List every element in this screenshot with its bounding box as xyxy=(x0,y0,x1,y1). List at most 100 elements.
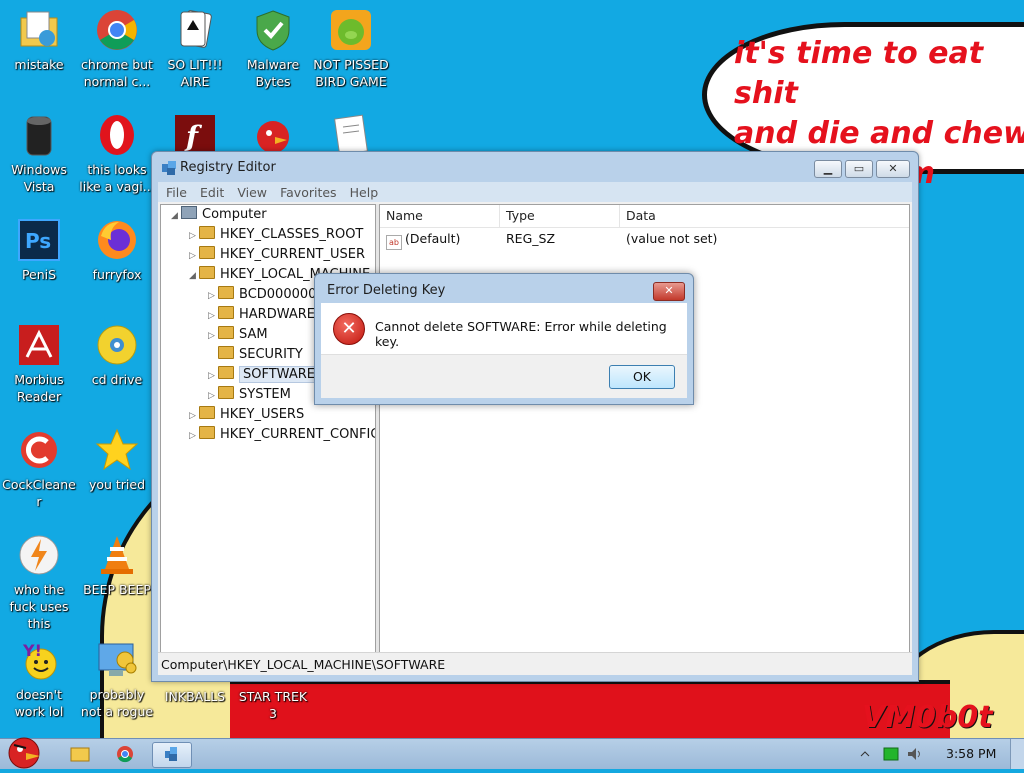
tree-item-software[interactable]: ▷ SOFTWARE xyxy=(208,365,319,385)
expand-arrow-icon[interactable]: ▷ xyxy=(189,226,199,246)
desktop-icon-not-pissed-bird-game[interactable]: NOT PISSED BIRD GAME xyxy=(312,8,390,90)
expand-arrow-icon[interactable]: ▷ xyxy=(208,306,218,326)
yahoo-messenger-icon: Y! xyxy=(17,638,61,682)
taskbar-explorer[interactable] xyxy=(60,742,98,766)
value-name-cell: ab (Default) xyxy=(386,231,460,250)
tree-item-hkey-users[interactable]: ▷ HKEY_USERS xyxy=(189,405,304,425)
error-dialog[interactable]: Error Deleting Key ✕ ✕ Cannot delete SOF… xyxy=(314,273,694,405)
column-header-data[interactable]: Data xyxy=(620,205,910,227)
desktop-icon-malwarebytes[interactable]: Malware Bytes xyxy=(234,8,312,90)
tree-item-security[interactable]: SECURITY xyxy=(208,345,303,365)
expand-arrow-icon[interactable]: ▷ xyxy=(189,246,199,266)
desktop-icon-opera[interactable]: this looks like a vagi... xyxy=(78,113,156,195)
menu-file[interactable]: File xyxy=(166,185,187,200)
desktop-icon-morbius-reader[interactable]: Morbius Reader xyxy=(0,323,78,405)
show-desktop-button[interactable] xyxy=(1010,739,1024,769)
menu-edit[interactable]: Edit xyxy=(200,185,224,200)
menu-view[interactable]: View xyxy=(237,185,267,200)
expand-arrow-icon[interactable]: ▷ xyxy=(208,326,218,346)
column-header-type[interactable]: Type xyxy=(500,205,620,227)
explorer-icon xyxy=(70,747,90,762)
expand-arrow-icon[interactable]: ▷ xyxy=(208,366,218,386)
desktop-icon-cd-drive[interactable]: cd drive xyxy=(78,323,156,388)
folder-icon xyxy=(199,266,215,279)
taskbar-clock[interactable]: 3:58 PM xyxy=(946,746,996,761)
start-button[interactable] xyxy=(4,731,44,769)
tree-item-hkey-current-user[interactable]: ▷ HKEY_CURRENT_USER xyxy=(189,245,365,265)
wallpaper-signature: VM0b0t xyxy=(862,700,993,735)
solitaire-cards-icon xyxy=(173,8,217,52)
volume-icon[interactable] xyxy=(906,746,924,762)
tree-item-hkey-current-config[interactable]: ▷ HKEY_CURRENT_CONFIG xyxy=(189,425,375,446)
network-icon[interactable] xyxy=(882,746,900,762)
folder-icon xyxy=(199,226,215,239)
ok-button[interactable]: OK xyxy=(609,365,675,389)
error-message: Cannot delete SOFTWARE: Error while dele… xyxy=(375,319,667,349)
acrobat-icon xyxy=(17,323,61,367)
column-header-name[interactable]: Name xyxy=(380,205,500,227)
folder-icon xyxy=(199,246,215,259)
desktop-icon-beep-beep[interactable]: BEEP BEEP xyxy=(78,533,156,598)
desktop-icon-star-trek-3[interactable]: STAR TREK 3 xyxy=(234,688,312,722)
folder-icon xyxy=(199,426,215,439)
minimize-button[interactable]: ▁ xyxy=(814,160,842,178)
desktop-icon-mistake[interactable]: mistake xyxy=(0,8,78,73)
chrome-icon xyxy=(95,8,139,52)
expand-arrow-icon[interactable]: ▷ xyxy=(208,286,218,306)
desktop-icon-solitaire[interactable]: SO LIT!!! AIRE xyxy=(156,8,234,90)
photoshop-icon: Ps xyxy=(17,218,61,262)
dialog-footer: OK xyxy=(321,354,687,398)
angry-bird-start-icon xyxy=(8,737,40,769)
desktop-icon-you-tried[interactable]: you tried xyxy=(78,428,156,493)
string-value-icon: ab xyxy=(386,235,402,250)
error-icon: ✕ xyxy=(333,313,365,345)
desktop-icon-furryfox[interactable]: furryfox xyxy=(78,218,156,283)
registry-editor-window[interactable]: Registry Editor ▁ ▭ ✕ File Edit View Fav… xyxy=(151,151,919,682)
tree-item-system[interactable]: ▷ SYSTEM xyxy=(208,385,291,405)
desktop-icon-chrome[interactable]: chrome but normal c... xyxy=(78,8,156,90)
value-type-cell: REG_SZ xyxy=(506,231,556,246)
winamp-lightning-icon xyxy=(17,533,61,577)
desktop-icon-probably-not-a-rogue[interactable]: probably not a rogue xyxy=(78,638,156,720)
vlc-cone-icon xyxy=(95,533,139,577)
desktop-icon-windows-vista[interactable]: Windows Vista xyxy=(0,113,78,195)
menu-favorites[interactable]: Favorites xyxy=(280,185,336,200)
status-path: Computer\HKEY_LOCAL_MACHINE\SOFTWARE xyxy=(161,657,446,672)
taskbar: 3:58 PM xyxy=(0,737,1024,769)
dialog-close-button[interactable]: ✕ xyxy=(653,282,685,301)
opera-icon xyxy=(95,113,139,157)
collapse-arrow-icon[interactable]: ◢ xyxy=(189,266,199,286)
maximize-button[interactable]: ▭ xyxy=(845,160,873,178)
desktop-icon-cockcleaner[interactable]: CockCleaner xyxy=(0,428,78,510)
tree-item-sam[interactable]: ▷ SAM xyxy=(208,325,268,345)
list-header: Name Type Data xyxy=(380,205,909,228)
desktop-icon-inkballs[interactable]: INKBALLS xyxy=(156,688,234,705)
title-bar[interactable]: Registry Editor ▁ ▭ ✕ xyxy=(152,152,918,182)
desktop-icon-penis[interactable]: Ps PeniS xyxy=(0,218,78,283)
expand-arrow-icon[interactable]: ▷ xyxy=(189,426,199,446)
tree-item-hkey-classes-root[interactable]: ▷ HKEY_CLASSES_ROOT xyxy=(189,225,363,245)
ccleaner-icon xyxy=(17,428,61,472)
show-hidden-icons-icon[interactable] xyxy=(860,749,870,759)
tree-item-computer[interactable]: ◢ Computer xyxy=(171,205,267,225)
dialog-body: ✕ Cannot delete SOFTWARE: Error while de… xyxy=(321,303,687,354)
taskbar-registry-editor[interactable] xyxy=(152,742,192,768)
menu-help[interactable]: Help xyxy=(350,185,379,200)
desktop-icon-yahoo[interactable]: Y! doesn't work lol xyxy=(0,638,78,720)
chrome-icon xyxy=(117,746,133,763)
trash-bin-icon xyxy=(17,113,61,157)
folder-document-icon xyxy=(17,8,61,52)
value-data-cell: (value not set) xyxy=(626,231,718,246)
dialog-title: Error Deleting Key xyxy=(327,283,446,298)
close-button[interactable]: ✕ xyxy=(876,160,910,178)
tree-item-hardware[interactable]: ▷ HARDWARE xyxy=(208,305,315,325)
expand-arrow-icon[interactable]: ▷ xyxy=(189,406,199,426)
folder-icon xyxy=(218,346,234,359)
expand-arrow-icon[interactable]: ▷ xyxy=(208,386,218,406)
registry-editor-icon xyxy=(162,161,176,175)
folder-icon xyxy=(218,386,234,399)
desktop-icon-winamp[interactable]: who the fuck uses this xyxy=(0,533,78,632)
taskbar-chrome[interactable] xyxy=(106,742,144,766)
status-bar: Computer\HKEY_LOCAL_MACHINE\SOFTWARE xyxy=(158,652,912,675)
collapse-arrow-icon[interactable]: ◢ xyxy=(171,206,181,226)
